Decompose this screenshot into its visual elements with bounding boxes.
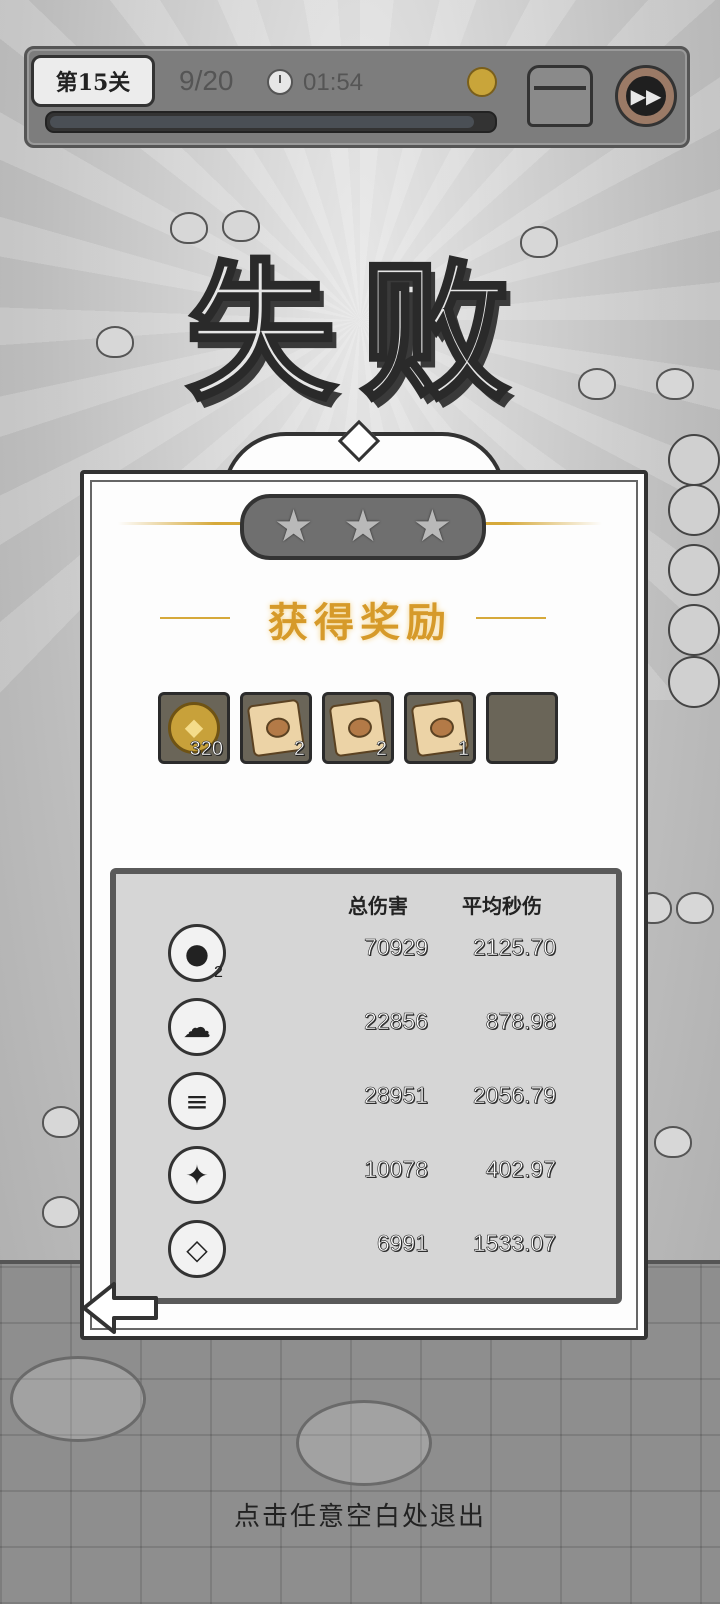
total-damage-value: 6991 — [376, 1230, 429, 1257]
spawn-well — [296, 1400, 432, 1486]
avg-dps-value: 1533.07 — [472, 1230, 557, 1257]
avg-dps-header: 平均秒伤 — [462, 894, 542, 918]
total-damage-value: 28951 — [364, 1082, 429, 1109]
avg-dps-value: 2056.79 — [472, 1082, 557, 1109]
clock-icon — [267, 69, 293, 95]
wave-counter: 9/20 — [179, 65, 234, 96]
timer: 01:54 — [303, 69, 364, 96]
reward-count: 1 — [457, 738, 470, 761]
skill-level: 2 — [214, 964, 223, 981]
ghost-skill-icon: ☁ — [168, 998, 226, 1056]
reward-slot[interactable]: 2 — [240, 692, 312, 764]
total-damage-value: 70929 — [364, 934, 429, 961]
fail-title: 失败 — [184, 243, 534, 423]
fast-forward-button[interactable]: ▶▶ — [615, 65, 677, 127]
ghost-skill-icon — [668, 484, 720, 536]
reward-count: 2 — [293, 738, 306, 761]
ink-splash-skill-icon — [668, 434, 720, 486]
icicle-skill-icon: ≡ — [168, 1072, 226, 1130]
treasure-chest-button[interactable] — [527, 65, 593, 127]
slime-enemy — [654, 1126, 692, 1158]
star-icon: ★ — [412, 501, 453, 552]
paper-plane-skill-icon: ◇ — [168, 1220, 226, 1278]
total-damage-value: 22856 — [364, 1008, 429, 1035]
level-badge: 第15关 — [31, 55, 155, 107]
slime-enemy — [42, 1196, 80, 1228]
back-arrow-button[interactable] — [80, 1278, 160, 1336]
slime-enemy — [676, 892, 714, 924]
total-damage-header: 总伤害 — [348, 894, 408, 918]
spawn-well — [10, 1356, 146, 1442]
avg-dps-value: 878.98 — [485, 1008, 556, 1035]
wave-progress-fill — [50, 116, 475, 128]
reward-count: 2 — [375, 738, 388, 761]
reward-slot-empty — [486, 692, 558, 764]
crystal-skill-icon: ✦ — [168, 1146, 226, 1204]
reward-count: 320 — [189, 738, 223, 761]
top-hud: 第15关 9/20 01:54 ▶▶ — [24, 46, 690, 148]
paper-plane-skill-icon — [668, 656, 720, 708]
icicle-skill-icon — [668, 544, 720, 596]
wave-progress-bar — [45, 111, 497, 133]
slime-enemy — [42, 1106, 80, 1138]
star-icon: ★ — [343, 501, 383, 552]
reward-slot[interactable]: 1 — [404, 692, 476, 764]
reward-slot[interactable]: 2 — [322, 692, 394, 764]
avg-dps-value: 2125.70 — [472, 934, 557, 961]
coin-icon — [467, 67, 497, 97]
star-icon: ★ — [273, 501, 314, 552]
fast-forward-icon: ▶▶ — [626, 76, 666, 116]
avg-dps-value: 402.97 — [485, 1156, 556, 1183]
reward-slot[interactable]: 320 — [158, 692, 230, 764]
reward-title: 获得奖励 — [268, 599, 452, 646]
total-damage-value: 10078 — [364, 1156, 429, 1183]
exit-hint[interactable]: 点击任意空白处退出 — [0, 1496, 720, 1533]
stars-rating: ★ ★ ★ — [240, 494, 486, 560]
